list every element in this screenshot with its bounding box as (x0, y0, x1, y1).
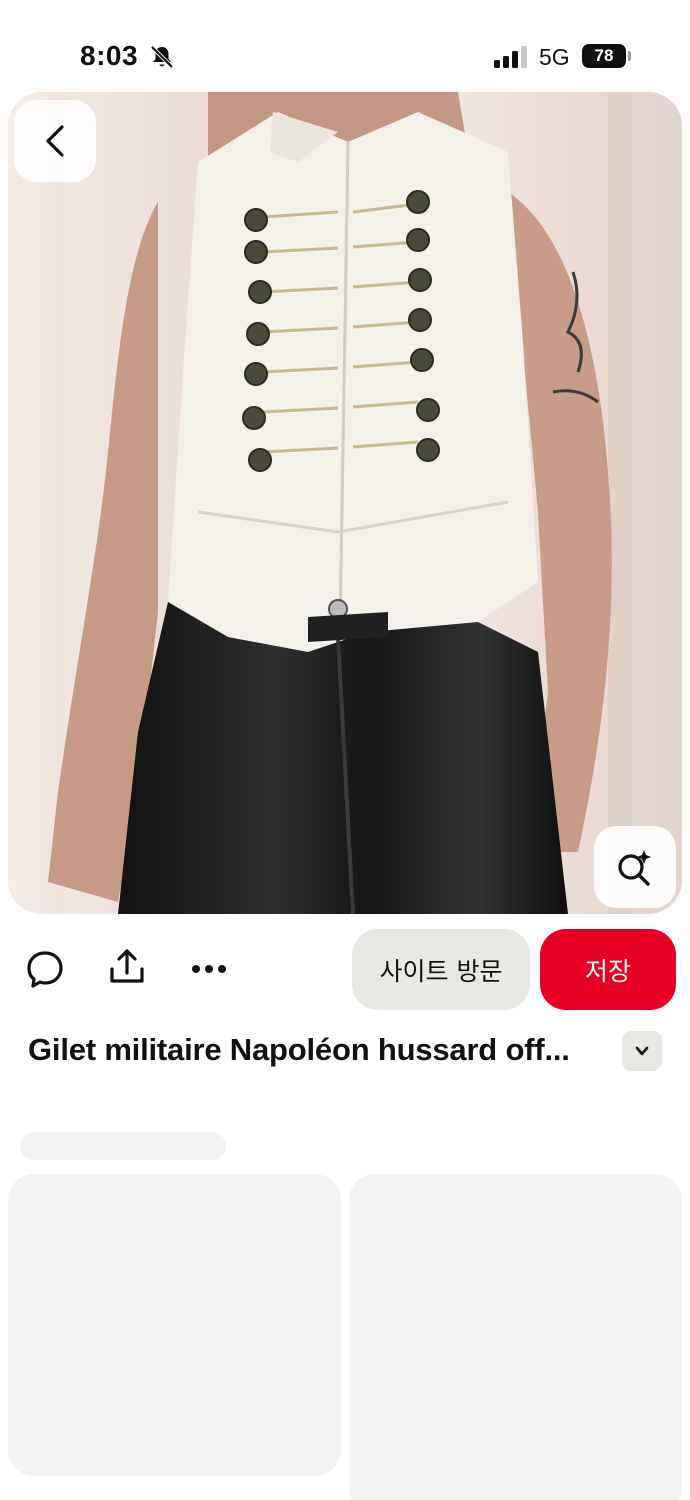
cellular-signal-icon (494, 46, 527, 68)
battery-nub (628, 51, 631, 61)
bell-slash-icon (150, 45, 174, 69)
share-button[interactable] (102, 942, 152, 992)
save-button[interactable]: 저장 (540, 929, 676, 1010)
pin-image[interactable] (8, 92, 682, 914)
visit-site-button[interactable]: 사이트 방문 (352, 929, 530, 1010)
loading-skeleton-card (8, 1174, 341, 1476)
expand-details-button[interactable] (622, 1031, 662, 1071)
status-bar: 8:03 5G 78 (0, 0, 690, 92)
comment-bubble-icon (27, 951, 63, 988)
chevron-down-icon (635, 1046, 649, 1056)
pin-photo-illustration (8, 92, 682, 914)
more-options-button[interactable] (184, 944, 234, 994)
share-upload-icon (110, 949, 144, 983)
network-type: 5G (539, 44, 570, 70)
back-button[interactable] (14, 100, 96, 182)
visual-search-button[interactable] (594, 826, 676, 908)
comment-button[interactable] (20, 944, 70, 994)
status-time: 8:03 (80, 40, 139, 71)
loading-skeleton-card (349, 1174, 682, 1500)
more-dots-icon (192, 965, 226, 973)
chevron-left-icon (46, 125, 64, 157)
loading-skeleton-heading (20, 1132, 226, 1160)
battery-indicator: 78 (582, 44, 626, 68)
visual-search-sparkle-icon (618, 850, 651, 886)
pin-title: Gilet militaire Napoléon hussard off... (28, 1032, 570, 1067)
